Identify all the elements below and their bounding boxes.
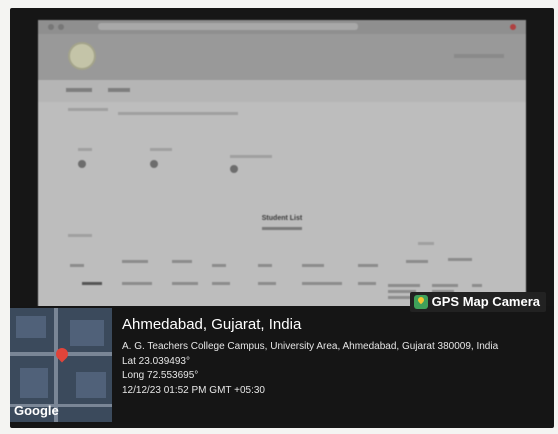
column-header <box>448 258 472 261</box>
stat-value-marker <box>78 160 86 168</box>
map-block <box>20 368 48 398</box>
address-bar[interactable] <box>98 23 358 30</box>
browser-toolbar <box>38 20 526 34</box>
stat-label <box>230 155 272 158</box>
location-address: A. G. Teachers College Campus, Universit… <box>122 341 499 352</box>
nav-item[interactable] <box>66 88 92 92</box>
table-cell <box>122 282 152 285</box>
monitor-screen: Student List <box>38 20 526 316</box>
page-title: Student List <box>261 215 303 222</box>
info-text <box>118 112 238 115</box>
page-subtitle-line <box>38 226 526 231</box>
longitude: Long 72.553695° <box>122 370 199 381</box>
gps-badge: GPS Map Camera <box>409 292 546 312</box>
map-thumbnail: Google <box>10 308 112 422</box>
map-block <box>70 320 104 346</box>
nav-item[interactable] <box>108 88 130 92</box>
map-block <box>16 316 46 338</box>
google-logo: Google <box>14 403 59 418</box>
table-cell <box>172 282 198 285</box>
column-header <box>406 260 428 263</box>
profile-icon[interactable] <box>510 24 516 30</box>
column-header <box>70 264 84 267</box>
table-cell <box>432 284 458 287</box>
header-user-text <box>454 54 504 58</box>
column-header <box>172 260 192 263</box>
app-logo <box>68 42 96 70</box>
table-cell <box>302 282 342 285</box>
stat-label <box>78 148 92 151</box>
table-cell <box>358 282 376 285</box>
gps-badge-label: GPS Map Camera <box>431 294 540 309</box>
search-control[interactable] <box>418 242 434 245</box>
sub-navigation <box>38 80 526 102</box>
table-cell <box>212 282 230 285</box>
gps-stamp-overlay: GPS Map Camera Google Ahmedabad, Gujarat… <box>10 292 554 424</box>
column-header <box>358 264 378 267</box>
map-block <box>76 372 106 398</box>
table-cell <box>258 282 276 285</box>
gps-camera-icon <box>413 295 428 309</box>
column-header <box>258 264 272 267</box>
column-header <box>212 264 226 267</box>
breadcrumb-text <box>68 108 108 111</box>
table-header <box>62 256 482 274</box>
table-cell <box>388 284 420 287</box>
latitude: Lat 23.039493° <box>122 356 190 367</box>
stat-value-marker <box>230 165 238 173</box>
stat-value-marker <box>150 160 158 168</box>
table-cell <box>82 282 102 285</box>
app-header <box>38 34 526 80</box>
browser-dot-icon <box>48 24 54 30</box>
filter-control[interactable] <box>68 234 92 237</box>
timestamp: 12/12/23 01:52 PM GMT +05:30 <box>122 385 265 396</box>
column-header <box>302 264 324 267</box>
browser-dot-icon <box>58 24 64 30</box>
stat-label <box>150 148 172 151</box>
table-cell <box>472 284 482 287</box>
column-header <box>122 260 148 263</box>
location-city: Ahmedabad, Gujarat, India <box>122 316 302 333</box>
